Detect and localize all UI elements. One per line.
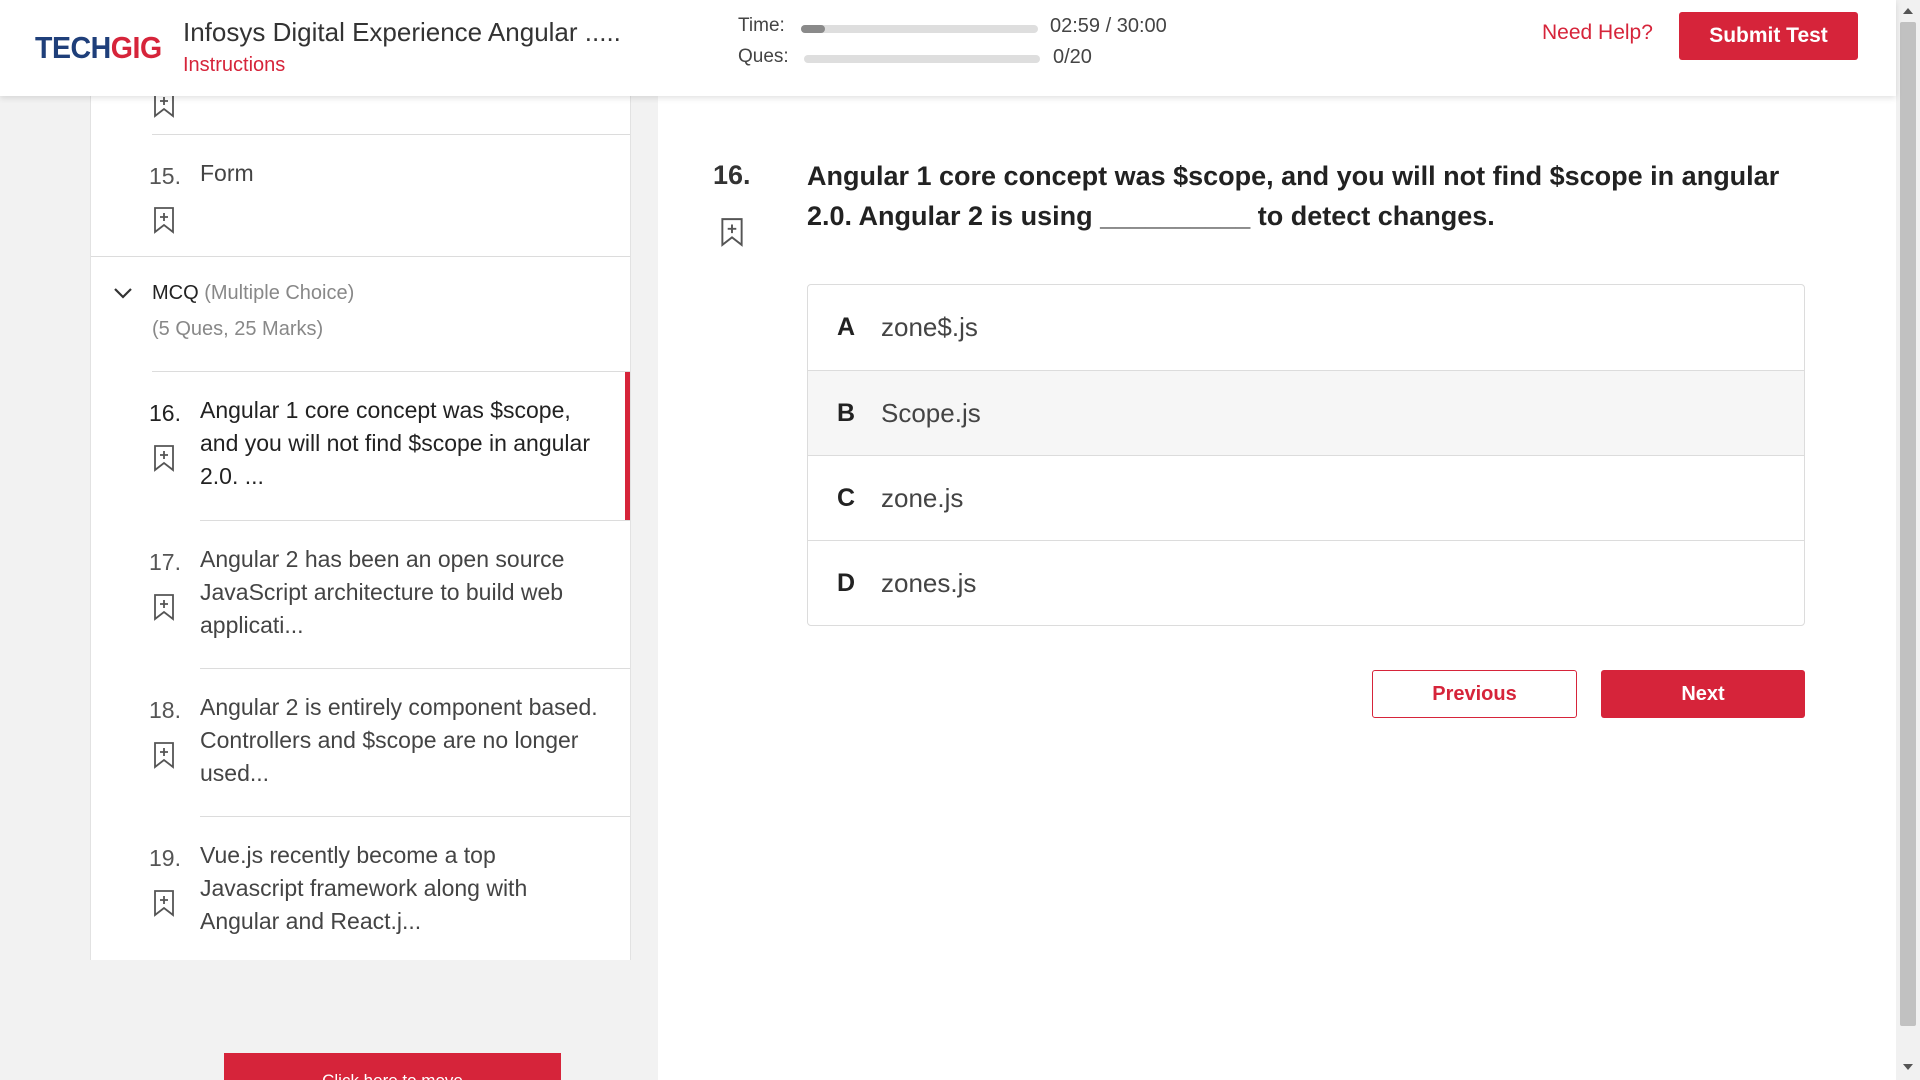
option-text: zone$.js	[881, 312, 978, 342]
instructions-link[interactable]: Instructions	[183, 54, 285, 77]
top-header: TECHGIG Infosys Digital Experience Angul…	[0, 0, 1896, 96]
ques-value: 0/20	[1053, 46, 1092, 68]
question-preview: Angular 1 core concept was $scope, and y…	[200, 397, 590, 489]
section-type: (Multiple Choice)	[204, 282, 355, 304]
bookmark-icon[interactable]	[153, 741, 175, 769]
question-number: 17.	[149, 549, 181, 575]
bookmark-icon[interactable]	[153, 889, 175, 917]
question-preview: Form	[200, 160, 254, 186]
scroll-up-arrow-icon[interactable]	[1903, 8, 1913, 14]
option-d[interactable]: D zones.js	[808, 540, 1804, 625]
ques-progress-bar	[804, 55, 1040, 63]
section-title[interactable]: MCQ (Multiple Choice)	[152, 282, 354, 305]
time-progress-fill	[801, 25, 825, 33]
divider	[200, 520, 630, 521]
divider	[152, 134, 630, 135]
divider	[200, 816, 630, 817]
question-preview: Angular 2 has been an open source JavaSc…	[200, 546, 565, 638]
section-marks: (5 Ques, 25 Marks)	[152, 318, 324, 340]
question-preview: Angular 2 is entirely component based. C…	[200, 694, 598, 786]
ques-label: Ques:	[738, 46, 789, 67]
divider	[200, 668, 630, 669]
option-letter: A	[837, 313, 856, 341]
question-number: 18.	[149, 697, 181, 723]
option-text: zone.js	[881, 482, 964, 513]
move-button[interactable]: Click here to move	[224, 1053, 561, 1080]
techgig-logo[interactable]: TECHGIG	[35, 30, 162, 66]
bookmark-icon[interactable]	[720, 217, 744, 247]
option-c[interactable]: C zone.js	[808, 455, 1804, 540]
option-letter: B	[837, 398, 856, 427]
option-a[interactable]: A zone$.js	[808, 285, 1804, 370]
scrollbar-thumb[interactable]	[1900, 22, 1916, 1026]
submit-test-button[interactable]: Submit Test	[1679, 12, 1858, 60]
bookmark-icon[interactable]	[153, 206, 175, 234]
question-number: 15.	[149, 163, 181, 189]
section-name: MCQ	[152, 282, 199, 304]
logo-gig-text: GIG	[110, 30, 162, 65]
test-title: Infosys Digital Experience Angular .....	[183, 17, 621, 47]
need-help-link[interactable]: Need Help?	[1542, 21, 1653, 45]
question-preview: Vue.js recently become a top Javascript …	[200, 842, 528, 934]
previous-button[interactable]: Previous	[1372, 670, 1577, 718]
question-number: 19.	[149, 845, 181, 871]
question-number: 16.	[149, 400, 181, 426]
option-text: Scope.js	[881, 397, 981, 428]
active-question-indicator	[625, 372, 630, 521]
time-value: 02:59 / 30:00	[1050, 15, 1167, 37]
option-letter: C	[837, 483, 856, 512]
time-label: Time:	[738, 15, 785, 36]
option-letter: D	[837, 568, 856, 597]
question-text: Angular 1 core concept was $scope, and y…	[807, 161, 1780, 231]
bookmark-icon[interactable]	[153, 444, 175, 472]
option-b[interactable]: B Scope.js	[808, 370, 1804, 455]
divider	[91, 256, 630, 257]
chevron-down-icon[interactable]	[113, 286, 133, 300]
answer-options: A zone$.js B Scope.js C zone.js D zones.…	[807, 284, 1805, 626]
question-number-main: 16.	[713, 160, 751, 190]
question-sidebar: 15. Form MCQ (Multiple Choice) (5 Ques, …	[90, 96, 631, 960]
next-button[interactable]: Next	[1601, 670, 1805, 718]
divider	[152, 371, 630, 372]
page-scrollbar[interactable]	[1896, 0, 1920, 1080]
bookmark-icon[interactable]	[153, 593, 175, 621]
time-progress-bar	[801, 25, 1038, 33]
logo-tech-text: TECH	[35, 30, 111, 65]
scroll-down-arrow-icon[interactable]	[1903, 1064, 1913, 1070]
option-text: zones.js	[881, 567, 977, 598]
bookmark-icon[interactable]	[153, 96, 175, 118]
